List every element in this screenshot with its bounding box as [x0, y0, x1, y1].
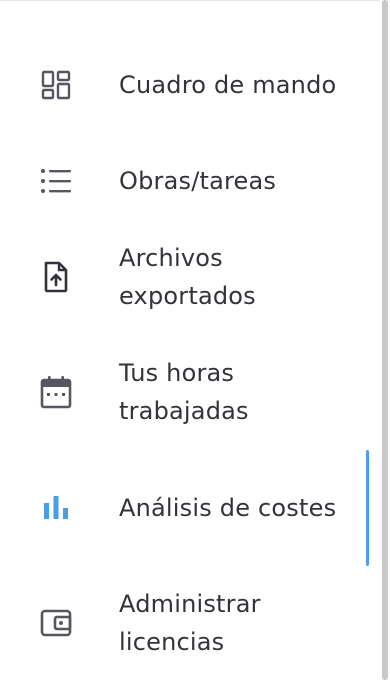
sidebar-menu: Cuadro de mando Obras/tareas Archivos ex… [0, 0, 390, 680]
sidebar-item-label: Administrar licencias [119, 590, 261, 656]
sidebar-item-label: Cuadro de mando [119, 71, 337, 99]
sidebar-item-label: Obras/tareas [119, 167, 277, 195]
top-divider [0, 0, 380, 1]
sidebar-item-archivos-exportados[interactable]: Archivos exportados [0, 232, 370, 322]
dashboard-icon [39, 68, 73, 102]
scrollbar[interactable] [380, 0, 390, 680]
list-icon [39, 164, 73, 198]
file-upload-icon [39, 260, 73, 294]
calendar-icon [39, 375, 73, 409]
sidebar-item-label: Tus horas trabajadas [119, 359, 249, 425]
sidebar-item-obras-tareas[interactable]: Obras/tareas [0, 136, 370, 226]
bar-chart-icon [39, 491, 73, 525]
wallet-icon [39, 606, 73, 640]
sidebar-item-label: Análisis de costes [119, 494, 337, 522]
sidebar-item-analisis-de-costes[interactable]: Análisis de costes [0, 463, 370, 553]
sidebar-item-administrar-licencias[interactable]: Administrar licencias [0, 578, 370, 668]
sidebar-item-tus-horas-trabajadas[interactable]: Tus horas trabajadas [0, 347, 370, 437]
sidebar-item-cuadro-de-mando[interactable]: Cuadro de mando [0, 40, 370, 130]
active-indicator [366, 450, 369, 566]
scrollbar-thumb[interactable] [382, 0, 388, 680]
sidebar-item-label: Archivos exportados [119, 244, 256, 310]
